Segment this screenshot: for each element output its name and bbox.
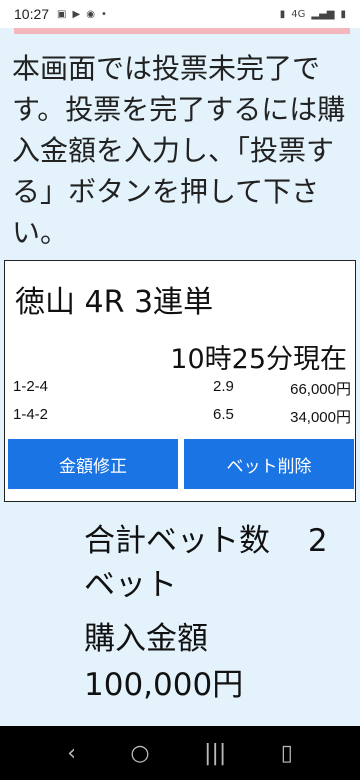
image-icon: ▣: [57, 8, 67, 20]
battery-icon: ▮: [340, 8, 346, 20]
bet-odds: 6.5: [213, 406, 234, 423]
edit-amount-button[interactable]: 金額修正: [8, 439, 178, 489]
bet-odds: 2.9: [213, 378, 234, 395]
back-icon[interactable]: ‹: [67, 741, 76, 766]
bets-unit: ベット: [84, 567, 177, 603]
bet-amount: 34,000円: [290, 409, 351, 426]
bet-row: 1-4-2 6.5 34,000円: [13, 403, 355, 427]
bet-row: 1-2-4 2.9 66,000円: [13, 375, 355, 399]
alert-bar: [14, 28, 350, 34]
4g-icon: 4G: [291, 8, 306, 20]
home-icon[interactable]: ○: [130, 741, 149, 766]
status-bar: 10:27 ▣ ▶ ◉ • ▮ 4G ▂▄▆ ▮: [0, 0, 360, 28]
signal-icon: ▂▄▆: [311, 8, 335, 20]
system-nav-bar: ‹ ○ ||| ▯: [0, 726, 360, 780]
total-bets-label: 合計ベット数: [84, 523, 270, 559]
odds-timestamp: 10時25分現在: [170, 344, 347, 375]
total-bets-value: 2: [307, 523, 328, 559]
purchase-amount-value: 100,000円: [84, 667, 244, 703]
battery-saver-icon: ▮: [279, 8, 286, 20]
race-title: 徳山 4R 3連単: [15, 285, 214, 320]
bet-card: 徳山 4R 3連単 10時25分現在 1-2-4 2.9 66,000円 1-4…: [4, 260, 356, 502]
bet-amount: 66,000円: [290, 381, 351, 398]
play-icon: ▶: [72, 8, 81, 20]
dot-icon: •: [100, 8, 107, 20]
delete-bet-button[interactable]: ベット削除: [184, 439, 354, 489]
status-right: ▮ 4G ▂▄▆ ▮: [280, 9, 346, 20]
status-time: 10:27: [14, 6, 50, 22]
total-bets: 合計ベット数 2: [84, 520, 356, 562]
bet-combo: 1-2-4: [13, 378, 49, 395]
recents-icon[interactable]: |||: [204, 741, 226, 766]
purchase-amount-label: 購入金額: [84, 621, 208, 657]
incomplete-vote-notice: 本画面では投票未完了です。投票を完了するには購入金額を入力し、「投票する」ボタン…: [12, 52, 346, 249]
keyboard-icon[interactable]: ▯: [281, 741, 293, 766]
cast-icon: ◉: [86, 8, 95, 20]
bet-combo: 1-4-2: [13, 406, 49, 423]
